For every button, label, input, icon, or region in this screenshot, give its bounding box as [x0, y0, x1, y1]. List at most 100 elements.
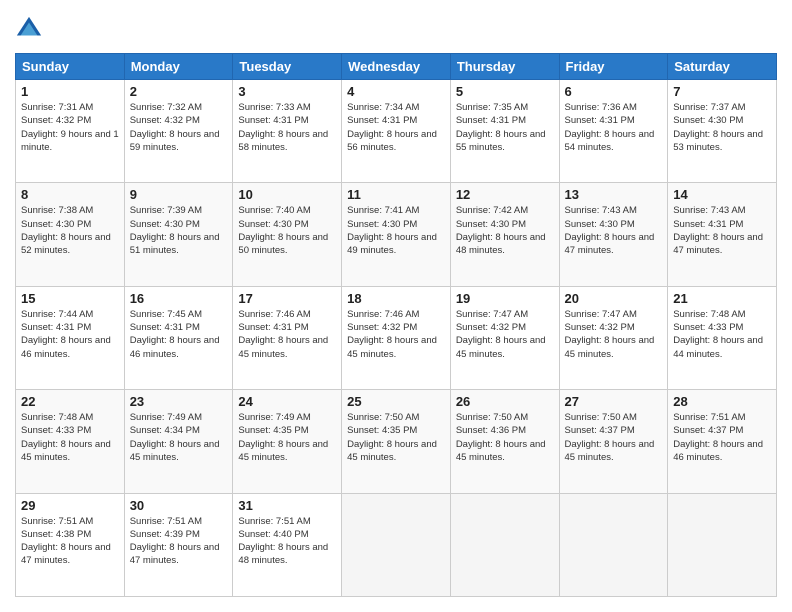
day-info: Sunrise: 7:51 AM Sunset: 4:39 PM Dayligh… [130, 515, 228, 568]
sunrise-label: Sunrise: 7:47 AM [456, 309, 528, 320]
daylight-label: Daylight: 8 hours and 47 minutes. [21, 542, 111, 566]
sunrise-label: Sunrise: 7:43 AM [565, 205, 637, 216]
header [15, 15, 777, 43]
sunrise-label: Sunrise: 7:43 AM [673, 205, 745, 216]
day-cell: 2 Sunrise: 7:32 AM Sunset: 4:32 PM Dayli… [124, 80, 233, 183]
sunrise-label: Sunrise: 7:50 AM [347, 412, 419, 423]
day-cell: 3 Sunrise: 7:33 AM Sunset: 4:31 PM Dayli… [233, 80, 342, 183]
day-info: Sunrise: 7:46 AM Sunset: 4:32 PM Dayligh… [347, 308, 445, 361]
day-number: 6 [565, 84, 663, 99]
sunrise-label: Sunrise: 7:40 AM [238, 205, 310, 216]
daylight-label: Daylight: 8 hours and 48 minutes. [238, 542, 328, 566]
day-cell [342, 493, 451, 596]
sunrise-label: Sunrise: 7:51 AM [130, 516, 202, 527]
sunset-label: Sunset: 4:40 PM [238, 529, 308, 540]
day-cell: 27 Sunrise: 7:50 AM Sunset: 4:37 PM Dayl… [559, 390, 668, 493]
sunrise-label: Sunrise: 7:42 AM [456, 205, 528, 216]
sunset-label: Sunset: 4:31 PM [238, 115, 308, 126]
sunset-label: Sunset: 4:30 PM [130, 219, 200, 230]
week-row-4: 22 Sunrise: 7:48 AM Sunset: 4:33 PM Dayl… [16, 390, 777, 493]
daylight-label: Daylight: 8 hours and 46 minutes. [21, 335, 111, 359]
week-row-1: 1 Sunrise: 7:31 AM Sunset: 4:32 PM Dayli… [16, 80, 777, 183]
sunset-label: Sunset: 4:30 PM [238, 219, 308, 230]
sunrise-label: Sunrise: 7:51 AM [673, 412, 745, 423]
sunrise-label: Sunrise: 7:49 AM [238, 412, 310, 423]
week-row-5: 29 Sunrise: 7:51 AM Sunset: 4:38 PM Dayl… [16, 493, 777, 596]
sunrise-label: Sunrise: 7:46 AM [238, 309, 310, 320]
day-cell: 29 Sunrise: 7:51 AM Sunset: 4:38 PM Dayl… [16, 493, 125, 596]
day-info: Sunrise: 7:31 AM Sunset: 4:32 PM Dayligh… [21, 101, 119, 154]
sunrise-label: Sunrise: 7:45 AM [130, 309, 202, 320]
day-number: 7 [673, 84, 771, 99]
sunset-label: Sunset: 4:31 PM [130, 322, 200, 333]
day-number: 5 [456, 84, 554, 99]
sunrise-label: Sunrise: 7:41 AM [347, 205, 419, 216]
day-number: 11 [347, 187, 445, 202]
day-number: 25 [347, 394, 445, 409]
day-cell: 13 Sunrise: 7:43 AM Sunset: 4:30 PM Dayl… [559, 183, 668, 286]
day-info: Sunrise: 7:34 AM Sunset: 4:31 PM Dayligh… [347, 101, 445, 154]
header-day-thursday: Thursday [450, 54, 559, 80]
day-number: 2 [130, 84, 228, 99]
day-cell: 10 Sunrise: 7:40 AM Sunset: 4:30 PM Dayl… [233, 183, 342, 286]
daylight-label: Daylight: 8 hours and 45 minutes. [565, 439, 655, 463]
daylight-label: Daylight: 8 hours and 47 minutes. [565, 232, 655, 256]
sunset-label: Sunset: 4:34 PM [130, 425, 200, 436]
day-cell: 6 Sunrise: 7:36 AM Sunset: 4:31 PM Dayli… [559, 80, 668, 183]
sunset-label: Sunset: 4:32 PM [565, 322, 635, 333]
day-info: Sunrise: 7:50 AM Sunset: 4:35 PM Dayligh… [347, 411, 445, 464]
sunset-label: Sunset: 4:37 PM [565, 425, 635, 436]
sunrise-label: Sunrise: 7:50 AM [565, 412, 637, 423]
sunset-label: Sunset: 4:31 PM [456, 115, 526, 126]
week-row-2: 8 Sunrise: 7:38 AM Sunset: 4:30 PM Dayli… [16, 183, 777, 286]
sunset-label: Sunset: 4:31 PM [673, 219, 743, 230]
sunset-label: Sunset: 4:31 PM [347, 115, 417, 126]
day-cell: 26 Sunrise: 7:50 AM Sunset: 4:36 PM Dayl… [450, 390, 559, 493]
sunset-label: Sunset: 4:35 PM [347, 425, 417, 436]
sunset-label: Sunset: 4:33 PM [673, 322, 743, 333]
day-number: 23 [130, 394, 228, 409]
daylight-label: Daylight: 8 hours and 48 minutes. [456, 232, 546, 256]
calendar-body: 1 Sunrise: 7:31 AM Sunset: 4:32 PM Dayli… [16, 80, 777, 597]
daylight-label: Daylight: 8 hours and 45 minutes. [565, 335, 655, 359]
logo [15, 15, 47, 43]
day-cell: 17 Sunrise: 7:46 AM Sunset: 4:31 PM Dayl… [233, 286, 342, 389]
daylight-label: Daylight: 8 hours and 45 minutes. [456, 439, 546, 463]
daylight-label: Daylight: 8 hours and 45 minutes. [456, 335, 546, 359]
day-number: 21 [673, 291, 771, 306]
daylight-label: Daylight: 8 hours and 45 minutes. [21, 439, 111, 463]
day-info: Sunrise: 7:47 AM Sunset: 4:32 PM Dayligh… [565, 308, 663, 361]
day-info: Sunrise: 7:32 AM Sunset: 4:32 PM Dayligh… [130, 101, 228, 154]
daylight-label: Daylight: 8 hours and 45 minutes. [347, 439, 437, 463]
day-number: 17 [238, 291, 336, 306]
day-info: Sunrise: 7:46 AM Sunset: 4:31 PM Dayligh… [238, 308, 336, 361]
day-info: Sunrise: 7:47 AM Sunset: 4:32 PM Dayligh… [456, 308, 554, 361]
sunset-label: Sunset: 4:35 PM [238, 425, 308, 436]
day-number: 1 [21, 84, 119, 99]
daylight-label: Daylight: 8 hours and 54 minutes. [565, 129, 655, 153]
sunset-label: Sunset: 4:39 PM [130, 529, 200, 540]
sunrise-label: Sunrise: 7:34 AM [347, 102, 419, 113]
daylight-label: Daylight: 8 hours and 53 minutes. [673, 129, 763, 153]
sunset-label: Sunset: 4:31 PM [565, 115, 635, 126]
day-cell: 31 Sunrise: 7:51 AM Sunset: 4:40 PM Dayl… [233, 493, 342, 596]
calendar-header: SundayMondayTuesdayWednesdayThursdayFrid… [16, 54, 777, 80]
logo-icon [15, 15, 43, 43]
day-number: 14 [673, 187, 771, 202]
day-cell: 8 Sunrise: 7:38 AM Sunset: 4:30 PM Dayli… [16, 183, 125, 286]
sunset-label: Sunset: 4:31 PM [21, 322, 91, 333]
day-info: Sunrise: 7:51 AM Sunset: 4:40 PM Dayligh… [238, 515, 336, 568]
day-info: Sunrise: 7:39 AM Sunset: 4:30 PM Dayligh… [130, 204, 228, 257]
day-cell: 5 Sunrise: 7:35 AM Sunset: 4:31 PM Dayli… [450, 80, 559, 183]
day-info: Sunrise: 7:43 AM Sunset: 4:31 PM Dayligh… [673, 204, 771, 257]
header-day-wednesday: Wednesday [342, 54, 451, 80]
day-info: Sunrise: 7:49 AM Sunset: 4:35 PM Dayligh… [238, 411, 336, 464]
day-info: Sunrise: 7:50 AM Sunset: 4:37 PM Dayligh… [565, 411, 663, 464]
day-number: 18 [347, 291, 445, 306]
day-info: Sunrise: 7:43 AM Sunset: 4:30 PM Dayligh… [565, 204, 663, 257]
day-info: Sunrise: 7:44 AM Sunset: 4:31 PM Dayligh… [21, 308, 119, 361]
header-row: SundayMondayTuesdayWednesdayThursdayFrid… [16, 54, 777, 80]
sunset-label: Sunset: 4:36 PM [456, 425, 526, 436]
day-number: 8 [21, 187, 119, 202]
daylight-label: Daylight: 8 hours and 56 minutes. [347, 129, 437, 153]
